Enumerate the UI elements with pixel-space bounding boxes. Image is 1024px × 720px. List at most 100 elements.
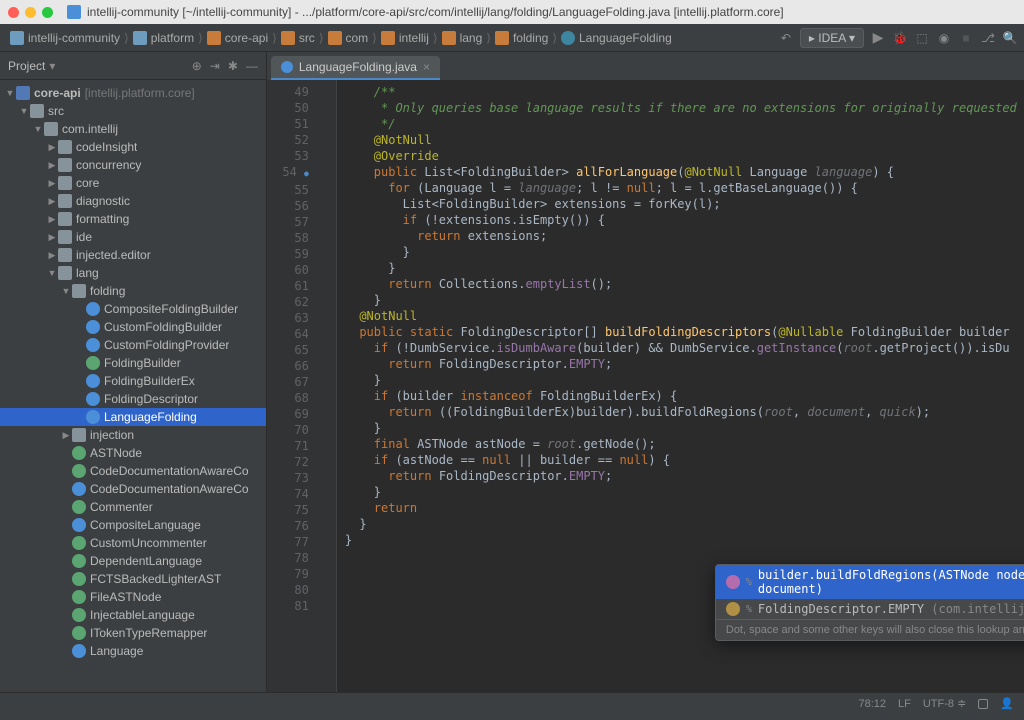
editor-area: LanguageFolding.java × 495051525354 ●555… <box>267 52 1024 692</box>
close-window-icon[interactable] <box>8 7 19 18</box>
app-icon <box>67 5 81 19</box>
package-icon <box>58 266 72 280</box>
interface-icon <box>72 590 86 604</box>
tree-item-foldingdescriptor[interactable]: FoldingDescriptor <box>0 390 266 408</box>
package-icon <box>58 230 72 244</box>
tree-item-customfoldingbuilder[interactable]: CustomFoldingBuilder <box>0 318 266 336</box>
tree-item-compositefoldingbuilder[interactable]: CompositeFoldingBuilder <box>0 300 266 318</box>
tree-item-fctsbackedlighterast[interactable]: FCTSBackedLighterAST <box>0 570 266 588</box>
breadcrumb-platform[interactable]: platform <box>129 29 198 47</box>
interface-icon <box>72 464 86 478</box>
module-icon <box>16 86 30 100</box>
package-icon <box>58 158 72 172</box>
package-icon <box>58 212 72 226</box>
tree-item-injectablelanguage[interactable]: InjectableLanguage <box>0 606 266 624</box>
breadcrumb-lang[interactable]: lang <box>438 29 487 47</box>
package-icon <box>58 176 72 190</box>
class-icon <box>72 518 86 532</box>
interface-icon <box>72 500 86 514</box>
run-config-selector[interactable]: ▸ IDEA ▾ <box>800 28 864 48</box>
settings-icon[interactable]: ✱ <box>228 59 238 73</box>
folder-icon <box>442 31 456 45</box>
readonly-lock-icon[interactable] <box>978 699 988 709</box>
debug-icon[interactable]: 🐞 <box>892 30 908 46</box>
tab-languagefolding[interactable]: LanguageFolding.java × <box>271 56 440 80</box>
folder-icon <box>207 31 221 45</box>
stop-icon[interactable]: ■ <box>958 30 974 46</box>
folder-icon <box>381 31 395 45</box>
project-view-selector[interactable]: Project ▾ <box>8 59 186 73</box>
status-bar: 78:12 LF UTF-8 ≑ 👤 <box>0 692 1024 714</box>
run-icon[interactable]: ▶ <box>870 30 886 46</box>
folder-icon <box>495 31 509 45</box>
interface-icon <box>72 554 86 568</box>
tree-item-injection[interactable]: ▶injection <box>0 426 266 444</box>
coverage-icon[interactable]: ⬚ <box>914 30 930 46</box>
vcs-icon[interactable]: ⎇ <box>980 30 996 46</box>
tree-item-foldingbuilderex[interactable]: FoldingBuilderEx <box>0 372 266 390</box>
interface-icon <box>86 356 100 370</box>
tree-item-customuncommenter[interactable]: CustomUncommenter <box>0 534 266 552</box>
tree-item-codedocumentationawareco[interactable]: CodeDocumentationAwareCo <box>0 462 266 480</box>
breadcrumb-intellij-community[interactable]: intellij-community <box>6 29 124 47</box>
minimize-window-icon[interactable] <box>25 7 36 18</box>
fold-gutter[interactable] <box>317 80 337 692</box>
folder-icon <box>281 31 295 45</box>
breadcrumb-languagefolding[interactable]: LanguageFolding <box>557 29 676 47</box>
tree-item-com-intellij[interactable]: ▼com.intellij <box>0 120 266 138</box>
collapse-icon[interactable]: ⇥ <box>210 59 220 73</box>
scroll-to-icon[interactable]: ⊕ <box>192 59 202 73</box>
back-icon[interactable]: ↶ <box>778 30 794 46</box>
completion-item[interactable]: %builder.buildFoldRegions(ASTNode node, … <box>716 565 1024 599</box>
search-everywhere-icon[interactable]: 🔍 <box>1002 30 1018 46</box>
tree-item-codedocumentationawareco[interactable]: CodeDocumentationAwareCo <box>0 480 266 498</box>
tree-item-dependentlanguage[interactable]: DependentLanguage <box>0 552 266 570</box>
tree-item-concurrency[interactable]: ▶concurrency <box>0 156 266 174</box>
project-tree[interactable]: ▼core-api[intellij.platform.core]▼src▼co… <box>0 80 266 692</box>
breadcrumb-intellij[interactable]: intellij <box>377 29 433 47</box>
tree-item-diagnostic[interactable]: ▶diagnostic <box>0 192 266 210</box>
interface-icon <box>72 446 86 460</box>
class-icon <box>86 374 100 388</box>
tree-item-fileastnode[interactable]: FileASTNode <box>0 588 266 606</box>
tree-item-language[interactable]: Language <box>0 642 266 660</box>
tree-item-injected-editor[interactable]: ▶injected.editor <box>0 246 266 264</box>
tree-item-foldingbuilder[interactable]: FoldingBuilder <box>0 354 266 372</box>
close-tab-icon[interactable]: × <box>423 60 430 74</box>
file-encoding[interactable]: UTF-8 ≑ <box>923 697 966 710</box>
breadcrumb-com[interactable]: com <box>324 29 373 47</box>
line-separator[interactable]: LF <box>898 698 911 710</box>
folder-icon <box>133 31 147 45</box>
tree-item-customfoldingprovider[interactable]: CustomFoldingProvider <box>0 336 266 354</box>
interface-icon <box>72 608 86 622</box>
tree-item-formatting[interactable]: ▶formatting <box>0 210 266 228</box>
tree-item-codeinsight[interactable]: ▶codeInsight <box>0 138 266 156</box>
tree-item-folding[interactable]: ▼folding <box>0 282 266 300</box>
maximize-window-icon[interactable] <box>42 7 53 18</box>
line-gutter[interactable]: 495051525354 ●55565758596061626364656667… <box>267 80 317 692</box>
tree-item-core[interactable]: ▶core <box>0 174 266 192</box>
tree-item-lang[interactable]: ▼lang <box>0 264 266 282</box>
tree-item-astnode[interactable]: ASTNode <box>0 444 266 462</box>
tree-item-itokentyperemapper[interactable]: ITokenTypeRemapper <box>0 624 266 642</box>
tree-root[interactable]: ▼core-api[intellij.platform.core] <box>0 84 266 102</box>
breadcrumb-core-api[interactable]: core-api <box>203 29 272 47</box>
tree-item-compositelanguage[interactable]: CompositeLanguage <box>0 516 266 534</box>
caret-position[interactable]: 78:12 <box>858 698 886 710</box>
hide-icon[interactable]: — <box>246 59 258 73</box>
tree-item-languagefolding[interactable]: LanguageFolding <box>0 408 266 426</box>
tree-item-src[interactable]: ▼src <box>0 102 266 120</box>
completion-hint: Dot, space and some other keys will also… <box>716 619 1024 640</box>
class-icon <box>281 61 293 73</box>
method-icon <box>726 602 740 616</box>
interface-icon <box>72 626 86 640</box>
inspection-icon[interactable]: 👤 <box>1000 697 1014 710</box>
completion-item[interactable]: %FoldingDescriptor.EMPTY (com.intellij.l… <box>716 599 1024 619</box>
profile-icon[interactable]: ◉ <box>936 30 952 46</box>
breadcrumb-folding[interactable]: folding <box>491 29 552 47</box>
completion-popup: %builder.buildFoldRegions(ASTNode node, … <box>715 564 1024 641</box>
tree-item-ide[interactable]: ▶ide <box>0 228 266 246</box>
breadcrumb-src[interactable]: src <box>277 29 319 47</box>
tree-item-commenter[interactable]: Commenter <box>0 498 266 516</box>
package-icon <box>72 428 86 442</box>
